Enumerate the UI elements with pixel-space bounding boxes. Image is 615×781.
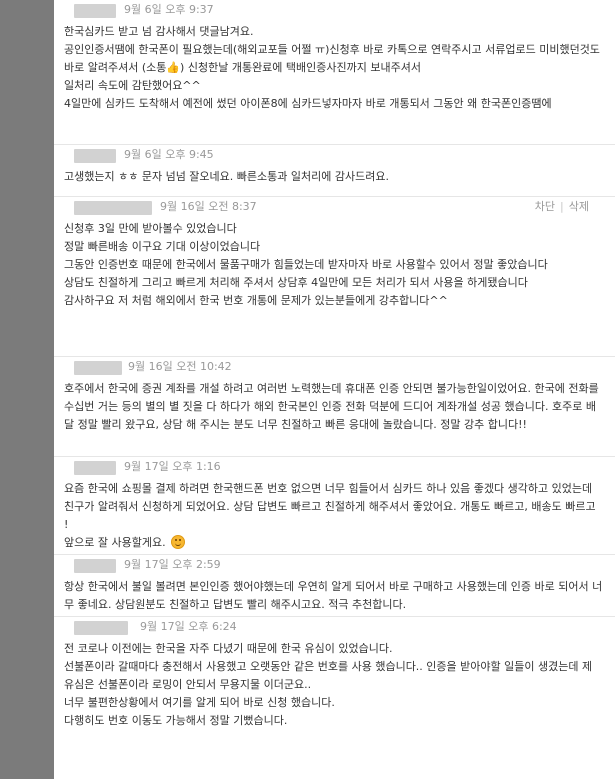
comment-date: 9월 17일 오후 1:16 <box>124 460 221 473</box>
comment-text-line: 정말 빠른배송 이구요 기대 이상이었습니다 <box>64 240 261 253</box>
comment-text-line: 고생했는지 ㅎㅎ 문자 넘넘 잘오네요. 빠른소통과 일처리에 감사드려요. <box>64 170 389 183</box>
author-name-blurred <box>74 361 122 375</box>
comment-text-line: 일처리 속도에 감탄했어요^^ <box>64 79 201 92</box>
comment-header: 9월 16일 오전 10:42 <box>64 357 603 375</box>
comment-body: 호주에서 한국에 증권 계좌를 개설 하려고 여러번 노력했는데 휴대폰 인증 … <box>64 375 603 434</box>
comment-body: 전 코로나 이전에는 한국을 자주 다녔기 때문에 한국 유심이 있었습니다. … <box>64 635 603 730</box>
comment-header: 9월 16일 오전 8:37 차단 | 삭제 <box>64 197 603 215</box>
comment-body: 신청후 3일 만에 받아볼수 있었습니다 정말 빠른배송 이구요 기대 이상이었… <box>64 215 603 310</box>
comment-item: 9월 6일 오후 9:45 고생했는지 ㅎㅎ 문자 넘넘 잘오네요. 빠른소통과… <box>54 145 615 197</box>
comment-item: 9월 16일 오전 10:42 호주에서 한국에 증권 계좌를 개설 하려고 여… <box>54 357 615 457</box>
comment-item: 9월 6일 오후 9:37 한국심카드 받고 넘 감사해서 댓글남겨요. 공인인… <box>54 0 615 145</box>
comment-date: 9월 6일 오후 9:45 <box>124 148 214 161</box>
comment-list: 9월 6일 오후 9:37 한국심카드 받고 넘 감사해서 댓글남겨요. 공인인… <box>54 0 615 781</box>
comment-header: 9월 6일 오후 9:45 <box>64 145 603 163</box>
comment-text-line: 상담도 친절하게 그리고 빠르게 처리해 주셔서 상담후 4일만에 모든 처리가… <box>64 276 528 289</box>
comment-date: 9월 6일 오후 9:37 <box>124 3 214 16</box>
comment-date: 9월 17일 오후 2:59 <box>124 558 221 571</box>
comment-text-line: 한국심카드 받고 넘 감사해서 댓글남겨요. <box>64 25 254 38</box>
comment-text-line: 요즘 한국에 쇼핑몰 결제 하려면 한국핸드폰 번호 없으면 너무 힘들어서 심… <box>64 482 596 531</box>
author-name-blurred <box>74 201 152 215</box>
author-name-blurred <box>74 461 116 475</box>
comment-text-line: 호주에서 한국에 증권 계좌를 개설 하려고 여러번 노력했는데 휴대폰 인증 … <box>64 382 599 431</box>
comment-body: 한국심카드 받고 넘 감사해서 댓글남겨요. 공인인증서땜에 한국폰이 필요했는… <box>64 18 603 113</box>
comment-date: 9월 17일 오후 6:24 <box>140 620 237 633</box>
comment-item: 9월 17일 오후 6:24 전 코로나 이전에는 한국을 자주 다녔기 때문에… <box>54 617 615 781</box>
comment-body: 고생했는지 ㅎㅎ 문자 넘넘 잘오네요. 빠른소통과 일처리에 감사드려요. <box>64 163 603 186</box>
action-separator: | <box>560 200 564 213</box>
author-name-blurred <box>74 4 116 18</box>
comment-header: 9월 17일 오후 6:24 <box>64 617 603 635</box>
comment-text-line: 앞으로 잘 사용할게요. <box>64 534 603 552</box>
block-button[interactable]: 차단 <box>535 200 555 213</box>
comment-body: 요즘 한국에 쇼핑몰 결제 하려면 한국핸드폰 번호 없으면 너무 힘들어서 심… <box>64 475 603 552</box>
comment-text-line: 그동안 인증번호 때문에 한국에서 물품구매가 힘들었는데 받자마자 바로 사용… <box>64 258 548 271</box>
comment-date: 9월 16일 오전 8:37 <box>160 200 257 213</box>
comment-item: 9월 17일 오후 2:59 항상 한국에서 불일 볼려면 본인인증 했어야했는… <box>54 555 615 617</box>
comment-date: 9월 16일 오전 10:42 <box>128 360 232 373</box>
comment-text-line: 4일만에 심카드 도착해서 예전에 썼던 아이폰8에 심카드넣자마자 바로 개통… <box>64 97 552 110</box>
comment-header: 9월 17일 오후 2:59 <box>64 555 603 573</box>
comment-item: 9월 16일 오전 8:37 차단 | 삭제 신청후 3일 만에 받아볼수 있었습니… <box>54 197 615 357</box>
comment-item: 9월 17일 오후 1:16 요즘 한국에 쇼핑몰 결제 하려면 한국핸드폰 번… <box>54 457 615 555</box>
comment-text-line: 감사하구요 저 처럼 해외에서 한국 번호 개통에 문제가 있는분들에게 강추합… <box>64 294 448 307</box>
comment-text-line: 다행히도 번호 이동도 가능해서 정말 기뻤습니다. <box>64 714 288 727</box>
comment-header: 9월 17일 오후 1:16 <box>64 457 603 475</box>
comment-actions: 차단 | 삭제 <box>535 200 589 214</box>
author-name-blurred <box>74 559 116 573</box>
delete-button[interactable]: 삭제 <box>569 200 589 213</box>
comment-body: 항상 한국에서 불일 볼려면 본인인증 했어야했는데 우연히 알게 되어서 바로… <box>64 573 603 614</box>
comment-text: 앞으로 잘 사용할게요. <box>64 536 166 549</box>
smile-emoji-icon <box>171 535 186 549</box>
comment-text-line: 신청후 3일 만에 받아볼수 있었습니다 <box>64 222 237 235</box>
comment-text-line: 항상 한국에서 불일 볼려면 본인인증 했어야했는데 우연히 알게 되어서 바로… <box>64 580 603 611</box>
comment-text-line: 선불폰이라 갈때마다 충전해서 사용했고 오랫동안 같은 번호를 사용 했습니다… <box>64 660 593 691</box>
author-name-blurred <box>74 621 128 635</box>
comment-text-line: 전 코로나 이전에는 한국을 자주 다녔기 때문에 한국 유심이 있었습니다. <box>64 642 393 655</box>
profile-sidebar-blurred <box>0 0 54 779</box>
comment-text-line: 공인인증서땜에 한국폰이 필요했는데(해외교포들 어쩔 ㅠ)신청후 바로 카톡으… <box>64 43 600 74</box>
author-name-blurred <box>74 149 116 163</box>
comment-header: 9월 6일 오후 9:37 <box>64 0 603 18</box>
comment-text-line: 너무 불편한상황에서 여기를 알게 되어 바로 신청 했습니다. <box>64 696 335 709</box>
